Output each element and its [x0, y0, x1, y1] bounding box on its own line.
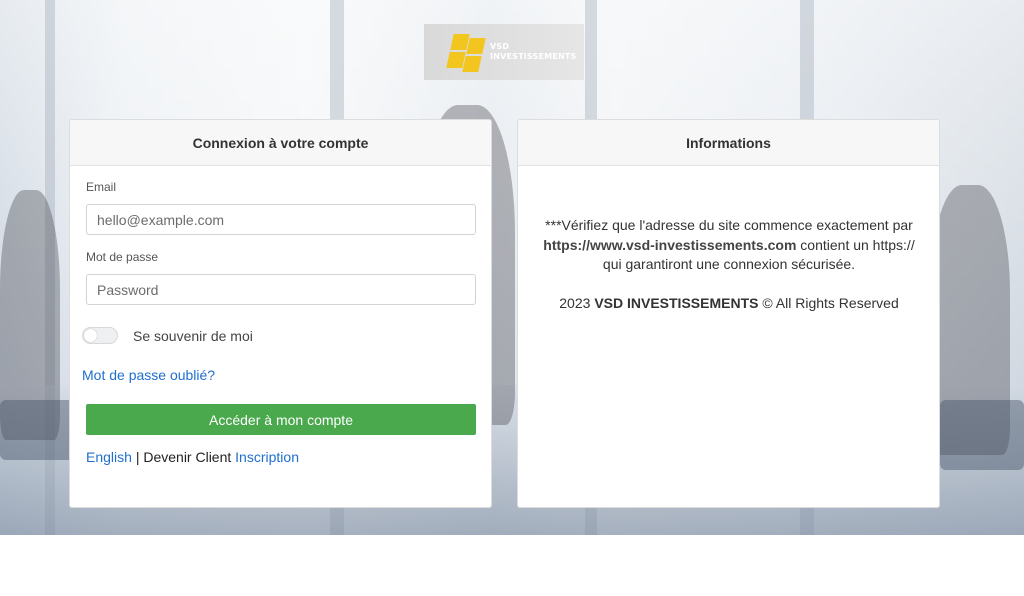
copyright-text: 2023 VSD INVESTISSEMENTS © All Rights Re…	[538, 295, 920, 311]
email-input[interactable]	[86, 204, 476, 235]
forgot-password-link[interactable]: Mot de passe oublié?	[82, 367, 215, 383]
login-submit-button[interactable]: Accéder à mon compte	[86, 404, 476, 435]
signup-link[interactable]: Inscription	[235, 449, 299, 465]
copyright-company: VSD INVESTISSEMENTS	[594, 295, 759, 311]
remember-me-label: Se souvenir de moi	[133, 328, 253, 344]
password-label: Mot de passe	[86, 250, 159, 264]
copyright-year: 2023	[559, 295, 595, 311]
company-logo: VSD INVESTISSEMENTS	[424, 24, 584, 80]
site-url: https://www.vsd-investissements.com	[543, 236, 797, 253]
warning-prefix: ***Vérifiez que l'adresse du site commen…	[545, 217, 913, 233]
login-card: Connexion à votre compte Email Mot de pa…	[69, 119, 492, 508]
password-input[interactable]	[86, 274, 476, 305]
logo-mark-icon	[446, 32, 486, 72]
become-client-text: Devenir Client	[143, 449, 232, 465]
copyright-suffix: © All Rights Reserved	[758, 295, 899, 311]
security-warning: ***Vérifiez que l'adresse du site commen…	[538, 216, 920, 275]
remember-me-toggle[interactable]	[82, 327, 118, 344]
footer-separator: |	[135, 449, 140, 465]
info-card: Informations ***Vérifiez que l'adresse d…	[517, 119, 940, 508]
english-language-link[interactable]: English	[86, 449, 132, 465]
info-card-title: Informations	[518, 120, 939, 166]
email-label: Email	[86, 180, 117, 194]
login-card-title: Connexion à votre compte	[70, 120, 491, 166]
toggle-knob	[84, 329, 97, 342]
logo-text: VSD INVESTISSEMENTS	[490, 42, 577, 61]
login-footer: English | Devenir Client Inscription	[86, 449, 299, 465]
